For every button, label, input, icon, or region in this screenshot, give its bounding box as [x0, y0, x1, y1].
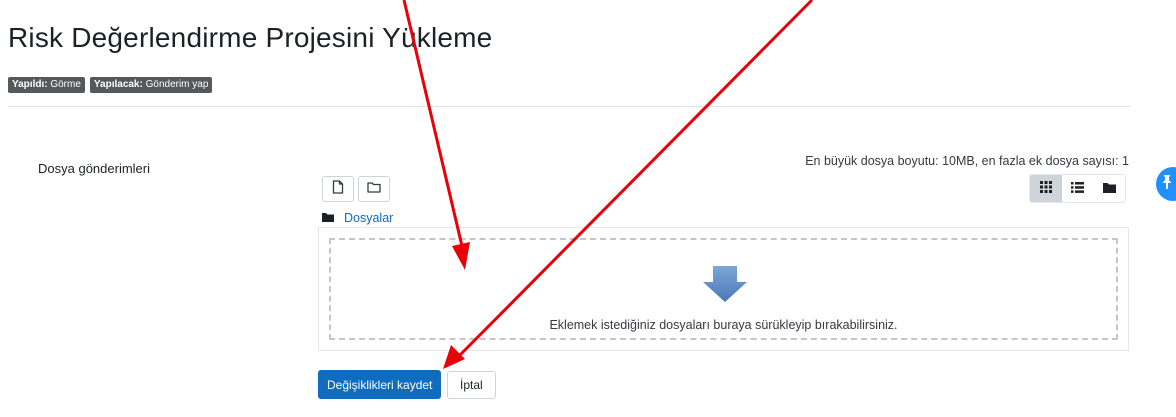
- download-arrow-icon: [701, 264, 749, 309]
- folder-outline-icon: [367, 180, 381, 198]
- create-folder-button[interactable]: [358, 176, 390, 202]
- view-list-button[interactable]: [1062, 175, 1094, 202]
- view-tree-button[interactable]: [1093, 175, 1125, 202]
- folder-icon: [322, 209, 334, 227]
- view-icons-button[interactable]: [1030, 175, 1062, 202]
- max-file-info: En büyük dosya boyutu: 10MB, en fazla ek…: [805, 154, 1129, 168]
- list-icon: [1071, 180, 1084, 198]
- file-submissions-label: Dosya gönderimleri: [38, 161, 150, 176]
- pin-icon: [1162, 174, 1172, 194]
- pin-button[interactable]: [1156, 167, 1176, 201]
- completion-badges: Yapıldı: Görme Yapılacak: Gönderim yap: [8, 77, 213, 93]
- badge-value: Gönderim yap: [145, 79, 209, 90]
- status-badge-done: Yapıldı: Görme: [8, 77, 85, 93]
- file-icon: [332, 179, 344, 199]
- header-divider: [8, 106, 1130, 107]
- page-title: Risk Değerlendirme Projesini Yükleme: [8, 22, 493, 53]
- drop-zone-text: Eklemek istediğiniz dosyaları buraya sür…: [549, 318, 898, 332]
- status-badge-todo: Yapılacak: Gönderim yap: [89, 77, 213, 93]
- save-changes-button[interactable]: Değişiklikleri kaydet: [318, 370, 442, 399]
- breadcrumb: Dosyalar: [322, 209, 393, 227]
- cancel-button[interactable]: İptal: [447, 371, 496, 399]
- files-folder-link[interactable]: Dosyalar: [344, 211, 393, 225]
- badge-value: Görme: [50, 79, 81, 90]
- file-manager-area: Eklemek istediğiniz dosyaları buraya sür…: [318, 227, 1129, 351]
- drop-zone[interactable]: Eklemek istediğiniz dosyaları buraya sür…: [329, 238, 1118, 340]
- folder-icon: [1102, 180, 1116, 198]
- badge-key: Yapılacak:: [93, 79, 143, 90]
- grid-icon: [1039, 180, 1052, 198]
- annotation-arrows: [402, 0, 814, 369]
- add-file-button[interactable]: [322, 176, 354, 202]
- view-mode-switcher: [1029, 174, 1126, 203]
- badge-key: Yapıldı:: [12, 79, 48, 90]
